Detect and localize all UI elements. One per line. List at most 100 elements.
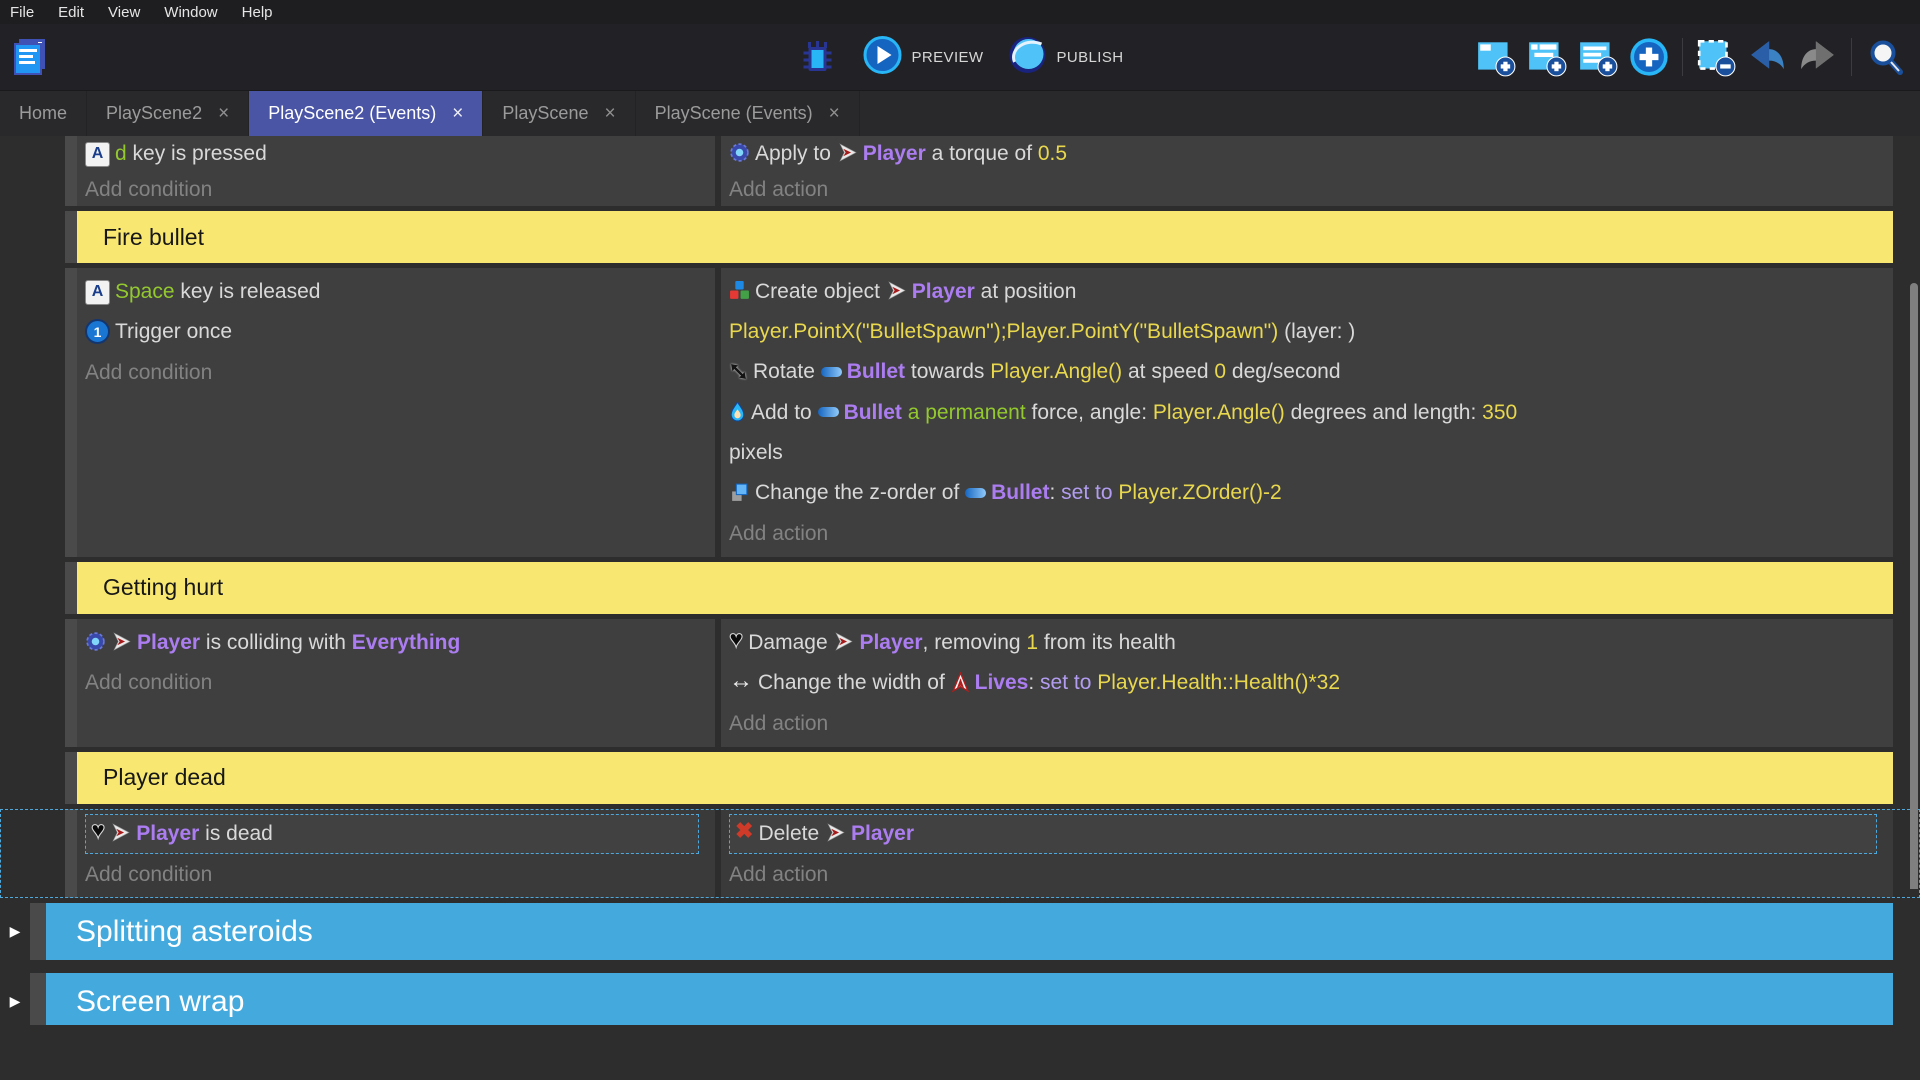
comment-row[interactable]: Fire bullet [0,211,1920,263]
tab-label: Home [19,103,67,124]
debug-icon[interactable] [797,36,839,78]
player-icon [833,621,854,661]
delete-icon: ✖ [735,813,753,851]
preview-button[interactable]: PREVIEW [863,35,984,79]
events-sheet: Ad key is pressedAdd conditionApply to P… [0,136,1920,1025]
add-event-icon[interactable] [1475,36,1517,78]
event-drag-handle[interactable] [30,973,46,1025]
tab-label: PlayScene (Events) [655,103,813,124]
action[interactable]: Apply to Player a torque of 0.5 [729,136,1887,172]
rotate-icon [729,351,748,391]
tab-label: PlayScene [502,103,588,124]
close-icon[interactable]: × [218,104,229,123]
event-drag-handle[interactable] [65,752,77,804]
heart-icon: ♥ [91,813,105,851]
delete-selection-icon[interactable] [1695,36,1737,78]
toolbar-right [1475,36,1920,78]
group-row[interactable]: ▶ Splitting asteroids [0,903,1920,960]
conditions-cell: Player is colliding with EverythingAdd c… [77,619,715,747]
undo-icon[interactable] [1746,36,1788,78]
physics-icon [729,136,750,170]
add-condition-button[interactable]: Add condition [85,353,709,393]
condition[interactable]: ♥Player is dead [85,814,699,854]
tab-playscene-events[interactable]: PlayScene (Events) × [636,91,860,136]
condition[interactable]: Ad key is pressed [85,136,709,172]
add-subevent-icon[interactable] [1526,36,1568,78]
collapse-arrow-icon[interactable]: ▶ [0,903,30,960]
heart-icon: ♥ [729,621,743,661]
preview-label: PREVIEW [912,49,984,66]
comment-row[interactable]: Player dead [0,752,1920,804]
bullet-icon [965,472,986,512]
conditions-cell: ♥Player is deadAdd condition [77,809,715,898]
action[interactable]: Change the z-order of Bullet: set to Pla… [729,473,1887,513]
publish-button[interactable]: PUBLISH [1007,35,1123,79]
event-drag-handle[interactable] [65,809,77,898]
actions-cell: ✖Delete PlayerAdd action [721,809,1893,898]
event-drag-handle[interactable] [65,562,77,614]
add-action-button[interactable]: Add action [729,704,1887,744]
lives-icon [951,662,970,702]
menu-edit[interactable]: Edit [58,4,84,21]
close-icon[interactable]: × [452,104,463,123]
add-action-button[interactable]: Add action [729,172,1887,206]
action[interactable]: Rotate Bullet towards Player.Angle() at … [729,352,1887,392]
group-title[interactable]: Splitting asteroids [46,903,1893,960]
comment-row[interactable]: Getting hurt [0,562,1920,614]
close-icon[interactable]: × [829,104,840,123]
comment-text[interactable]: Getting hurt [77,562,1893,614]
group-title[interactable]: Screen wrap [46,973,1893,1025]
condition[interactable]: Player is colliding with Everything [85,623,709,663]
publish-icon [1007,35,1047,79]
conditions-cell: ASpace key is released1Trigger onceAdd c… [77,268,715,557]
menu-file[interactable]: File [10,4,34,21]
collapse-arrow-icon[interactable]: ▶ [0,973,30,1025]
add-comment-icon[interactable] [1577,36,1619,78]
tab-playscene[interactable]: PlayScene × [483,91,635,136]
keyboard-icon: A [85,136,110,170]
search-icon[interactable] [1864,36,1906,78]
group-row[interactable]: ▶ Screen wrap [0,973,1920,1025]
add-action-button[interactable]: Add action [729,514,1887,554]
event-row[interactable]: Player is colliding with EverythingAdd c… [0,619,1920,747]
events-sheet-icon [10,36,52,78]
event-drag-handle[interactable] [65,136,77,206]
add-action-button[interactable]: Add action [729,855,1887,895]
action[interactable]: ✖Delete Player [729,814,1877,854]
add-condition-button[interactable]: Add condition [85,663,709,703]
tab-playscene2[interactable]: PlayScene2× [87,91,249,136]
menu-help[interactable]: Help [242,4,273,21]
player-icon [886,270,907,310]
menu-view[interactable]: View [108,4,140,21]
keyboard-icon: A [85,270,110,310]
comment-text[interactable]: Fire bullet [77,211,1893,263]
event-drag-handle[interactable] [65,619,77,747]
player-icon [111,621,132,661]
tab-bar: HomePlayScene2×PlayScene2 (Events)×PlayS… [0,91,1920,136]
action[interactable]: ♥Damage Player, removing 1 from its heal… [729,623,1887,663]
vertical-scrollbar[interactable] [1910,283,1918,889]
event-row[interactable]: ASpace key is released1Trigger onceAdd c… [0,268,1920,557]
action[interactable]: Create object Player at position Player.… [729,272,1887,352]
add-condition-button[interactable]: Add condition [85,172,709,206]
action[interactable]: Add to Bullet a permanent force, angle: … [729,393,1887,473]
tab-home[interactable]: Home [0,91,87,136]
actions-cell: Create object Player at position Player.… [721,268,1893,557]
event-row[interactable]: ♥Player is deadAdd condition✖Delete Play… [0,809,1920,898]
event-drag-handle[interactable] [65,268,77,557]
condition[interactable]: 1Trigger once [85,312,709,352]
event-drag-handle[interactable] [30,903,46,960]
action[interactable]: ↔Change the width of Lives: set to Playe… [729,663,1887,703]
event-row[interactable]: Ad key is pressedAdd condition Apply to P… [0,136,1920,206]
zorder-icon [729,472,750,512]
close-icon[interactable]: × [604,104,615,123]
add-circle-icon[interactable] [1628,36,1670,78]
event-drag-handle[interactable] [65,211,77,263]
width-icon: ↔ [729,662,753,702]
tab-playscene2-events[interactable]: PlayScene2 (Events)× [249,91,483,136]
condition[interactable]: ASpace key is released [85,272,709,312]
comment-text[interactable]: Player dead [77,752,1893,804]
actions-cell: ♥Damage Player, removing 1 from its heal… [721,619,1893,747]
menu-window[interactable]: Window [164,4,217,21]
add-condition-button[interactable]: Add condition [85,855,709,895]
